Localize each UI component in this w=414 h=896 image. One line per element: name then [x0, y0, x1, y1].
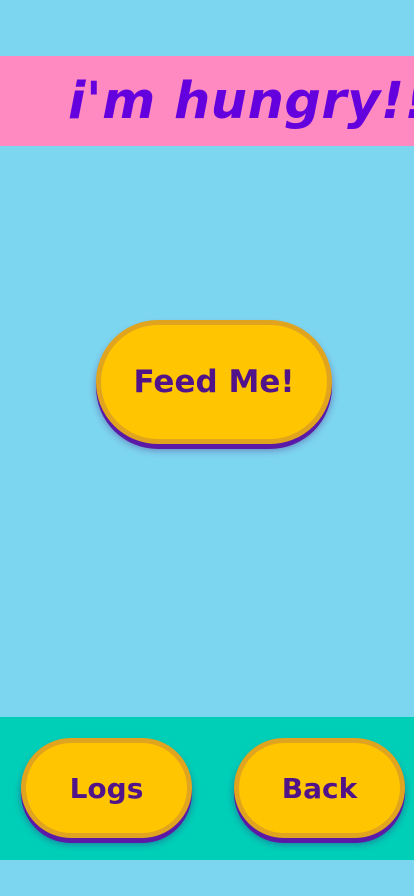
logs-button[interactable]: Logs [21, 738, 192, 838]
page-title: i'm hungry!! [68, 72, 414, 131]
feed-me-button[interactable]: Feed Me! [96, 320, 332, 444]
back-button[interactable]: Back [234, 738, 405, 838]
